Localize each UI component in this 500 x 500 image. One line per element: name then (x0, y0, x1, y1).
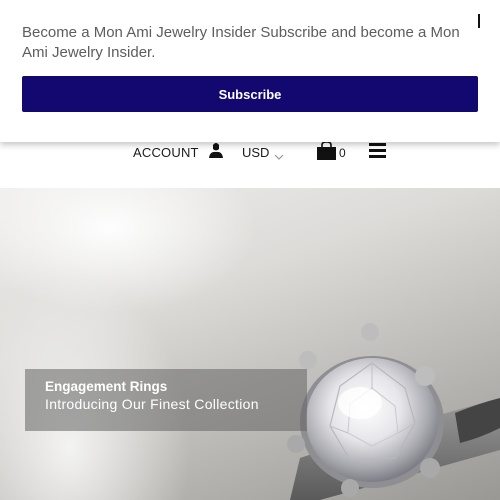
currency-selector[interactable]: USD (242, 145, 269, 160)
shopping-bag-icon[interactable] (316, 141, 337, 166)
chevron-down-icon[interactable] (274, 148, 284, 166)
hamburger-menu-icon[interactable] (369, 143, 386, 164)
user-icon[interactable] (208, 142, 224, 165)
popup-message: Become a Mon Ami Jewelry Insider Subscri… (22, 24, 460, 61)
subscribe-popup: Become a Mon Ami Jewelry Insider Subscri… (0, 0, 500, 142)
cart-count[interactable]: 0 (339, 146, 346, 160)
close-icon[interactable] (478, 14, 480, 28)
account-link[interactable]: ACCOUNT (133, 145, 199, 160)
hero-title: Engagement Rings (45, 379, 168, 394)
subscribe-button[interactable]: Subscribe (22, 76, 478, 112)
hero-ring-image (287, 323, 500, 500)
hero-caption[interactable]: Engagement Rings Introducing Our Finest … (25, 369, 307, 431)
hero-banner[interactable]: Engagement Rings Introducing Our Finest … (0, 188, 500, 500)
hero-subtitle: Introducing Our Finest Collection (45, 396, 259, 412)
site-header: ACCOUNT USD 0 (0, 141, 500, 188)
